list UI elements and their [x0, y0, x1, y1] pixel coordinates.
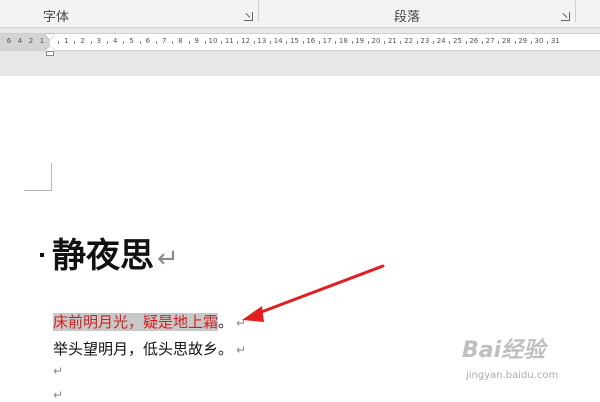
paragraph-mark-icon: ↵	[157, 244, 179, 274]
heading-text: 静夜思	[52, 236, 154, 276]
ruler-number: 25	[453, 37, 462, 45]
ribbon-group-bar: 字体 段落	[0, 0, 600, 28]
ruler-number: 24	[436, 37, 446, 45]
ruler-tick	[335, 41, 337, 44]
ruler-tick	[351, 41, 353, 44]
ruler-number: 28	[501, 37, 511, 45]
ruler-tick	[237, 41, 239, 44]
ruler-number: 26	[469, 37, 479, 45]
ruler-tick	[481, 41, 483, 44]
watermark-logo: Bai经验	[462, 338, 546, 363]
ruler-number: 8	[178, 37, 183, 45]
ruler-tick	[514, 41, 516, 44]
ruler-number: 9	[194, 37, 199, 45]
ruler-number: 31	[550, 37, 560, 45]
ruler-number: 17	[322, 37, 332, 45]
ruler-number: 18	[338, 37, 348, 45]
poem-line-1[interactable]: 床前明月光，疑是地上霜。 ↵	[53, 311, 246, 332]
ruler-number: 20	[371, 37, 381, 45]
ruler-number: 12	[241, 37, 251, 45]
empty-paragraph-mark-icon[interactable]: ↵	[53, 364, 63, 378]
horizontal-ruler[interactable]: 6 4 2 1 1 2 3 4 5 6 7 8 9 10 11 12 13 14 15 16 17 18 19 20 21 22 2…	[0, 33, 600, 56]
ruler-number: 30	[534, 37, 544, 45]
ruler-tick	[433, 41, 435, 44]
ruler-tick	[204, 41, 206, 44]
ruler-number: 13	[257, 37, 267, 45]
ruler-number: 11	[224, 37, 234, 45]
watermark-url: jingyan.baidu.com	[466, 370, 559, 381]
ruler-tick	[58, 41, 60, 44]
ruler-number: 7	[161, 37, 167, 45]
ruler-number: 19	[355, 37, 365, 45]
ruler-number: 2	[80, 37, 85, 45]
baidu-jingyan-watermark: Bai经验 jingyan.baidu.com	[462, 332, 592, 392]
line-text: 举头望明月，低头思故乡。	[53, 340, 234, 358]
ruler-tick	[318, 41, 320, 44]
ruler-number: 23	[420, 37, 430, 45]
ruler-tick	[286, 41, 288, 44]
paragraph-group-label: 段落	[394, 10, 421, 25]
font-dialog-launcher-icon[interactable]	[244, 12, 253, 21]
ruler-tick	[107, 41, 109, 44]
ruler-tick	[139, 41, 141, 44]
ruler-number: 3	[96, 37, 102, 45]
ruler-tick	[400, 41, 402, 44]
heading-bullet-icon	[40, 252, 44, 257]
ruler-tick	[270, 41, 272, 44]
ruler-number: 1	[39, 37, 45, 45]
ruler-number: 27	[485, 37, 495, 45]
poem-line-2[interactable]: 举头望明月，低头思故乡。 ↵	[53, 338, 246, 359]
ruler-tick	[547, 41, 549, 44]
ruler-number: 29	[518, 37, 528, 45]
ruler-number: 21	[387, 37, 397, 45]
paragraph-mark-icon: ↵	[236, 316, 247, 330]
group-divider	[575, 0, 576, 22]
ruler-number: 10	[208, 37, 218, 45]
line-punct: 。	[218, 313, 234, 331]
ruler-number: 4	[112, 37, 118, 45]
paragraph-dialog-launcher-icon[interactable]	[561, 12, 570, 21]
ruler-tick	[302, 41, 304, 44]
ruler-number: 16	[306, 37, 316, 45]
ruler-tick	[253, 41, 255, 44]
selected-text[interactable]: 床前明月光，疑是地上霜	[53, 313, 219, 331]
ruler-tick	[367, 41, 369, 44]
ruler-number: 15	[290, 37, 299, 45]
ruler-number: 1	[64, 37, 69, 45]
ruler-tick	[449, 41, 451, 44]
page-corner-mark	[24, 190, 51, 191]
ruler-tick	[221, 41, 223, 44]
document-heading[interactable]: 静夜思 ↵	[40, 228, 179, 276]
ruler-tick	[416, 41, 418, 44]
ruler-tick	[74, 41, 76, 44]
ruler-tick	[155, 41, 157, 44]
ruler-number: 14	[273, 37, 283, 45]
hanging-indent-marker[interactable]	[45, 46, 55, 56]
ruler-tick	[530, 41, 532, 44]
ruler-tick	[172, 41, 174, 44]
page-corner-mark	[51, 163, 52, 191]
ruler-area: 6 4 2 1 1 2 3 4 5 6 7 8 9 10 11 12 13 14 15 16 17 18 19 20 21 22 2…	[0, 28, 600, 76]
ruler-number: 6	[145, 37, 151, 45]
group-divider	[258, 0, 259, 22]
ruler-tick	[384, 41, 386, 44]
font-group-label: 字体	[43, 10, 70, 25]
ruler-tick	[90, 41, 92, 44]
ruler-tick	[188, 41, 190, 44]
paragraph-mark-icon: ↵	[236, 343, 247, 357]
ruler-number: 5	[129, 37, 134, 45]
ruler-number: 22	[404, 37, 414, 45]
ruler-tick	[465, 41, 467, 44]
ruler-tick	[123, 41, 125, 44]
ruler-tick	[498, 41, 500, 44]
